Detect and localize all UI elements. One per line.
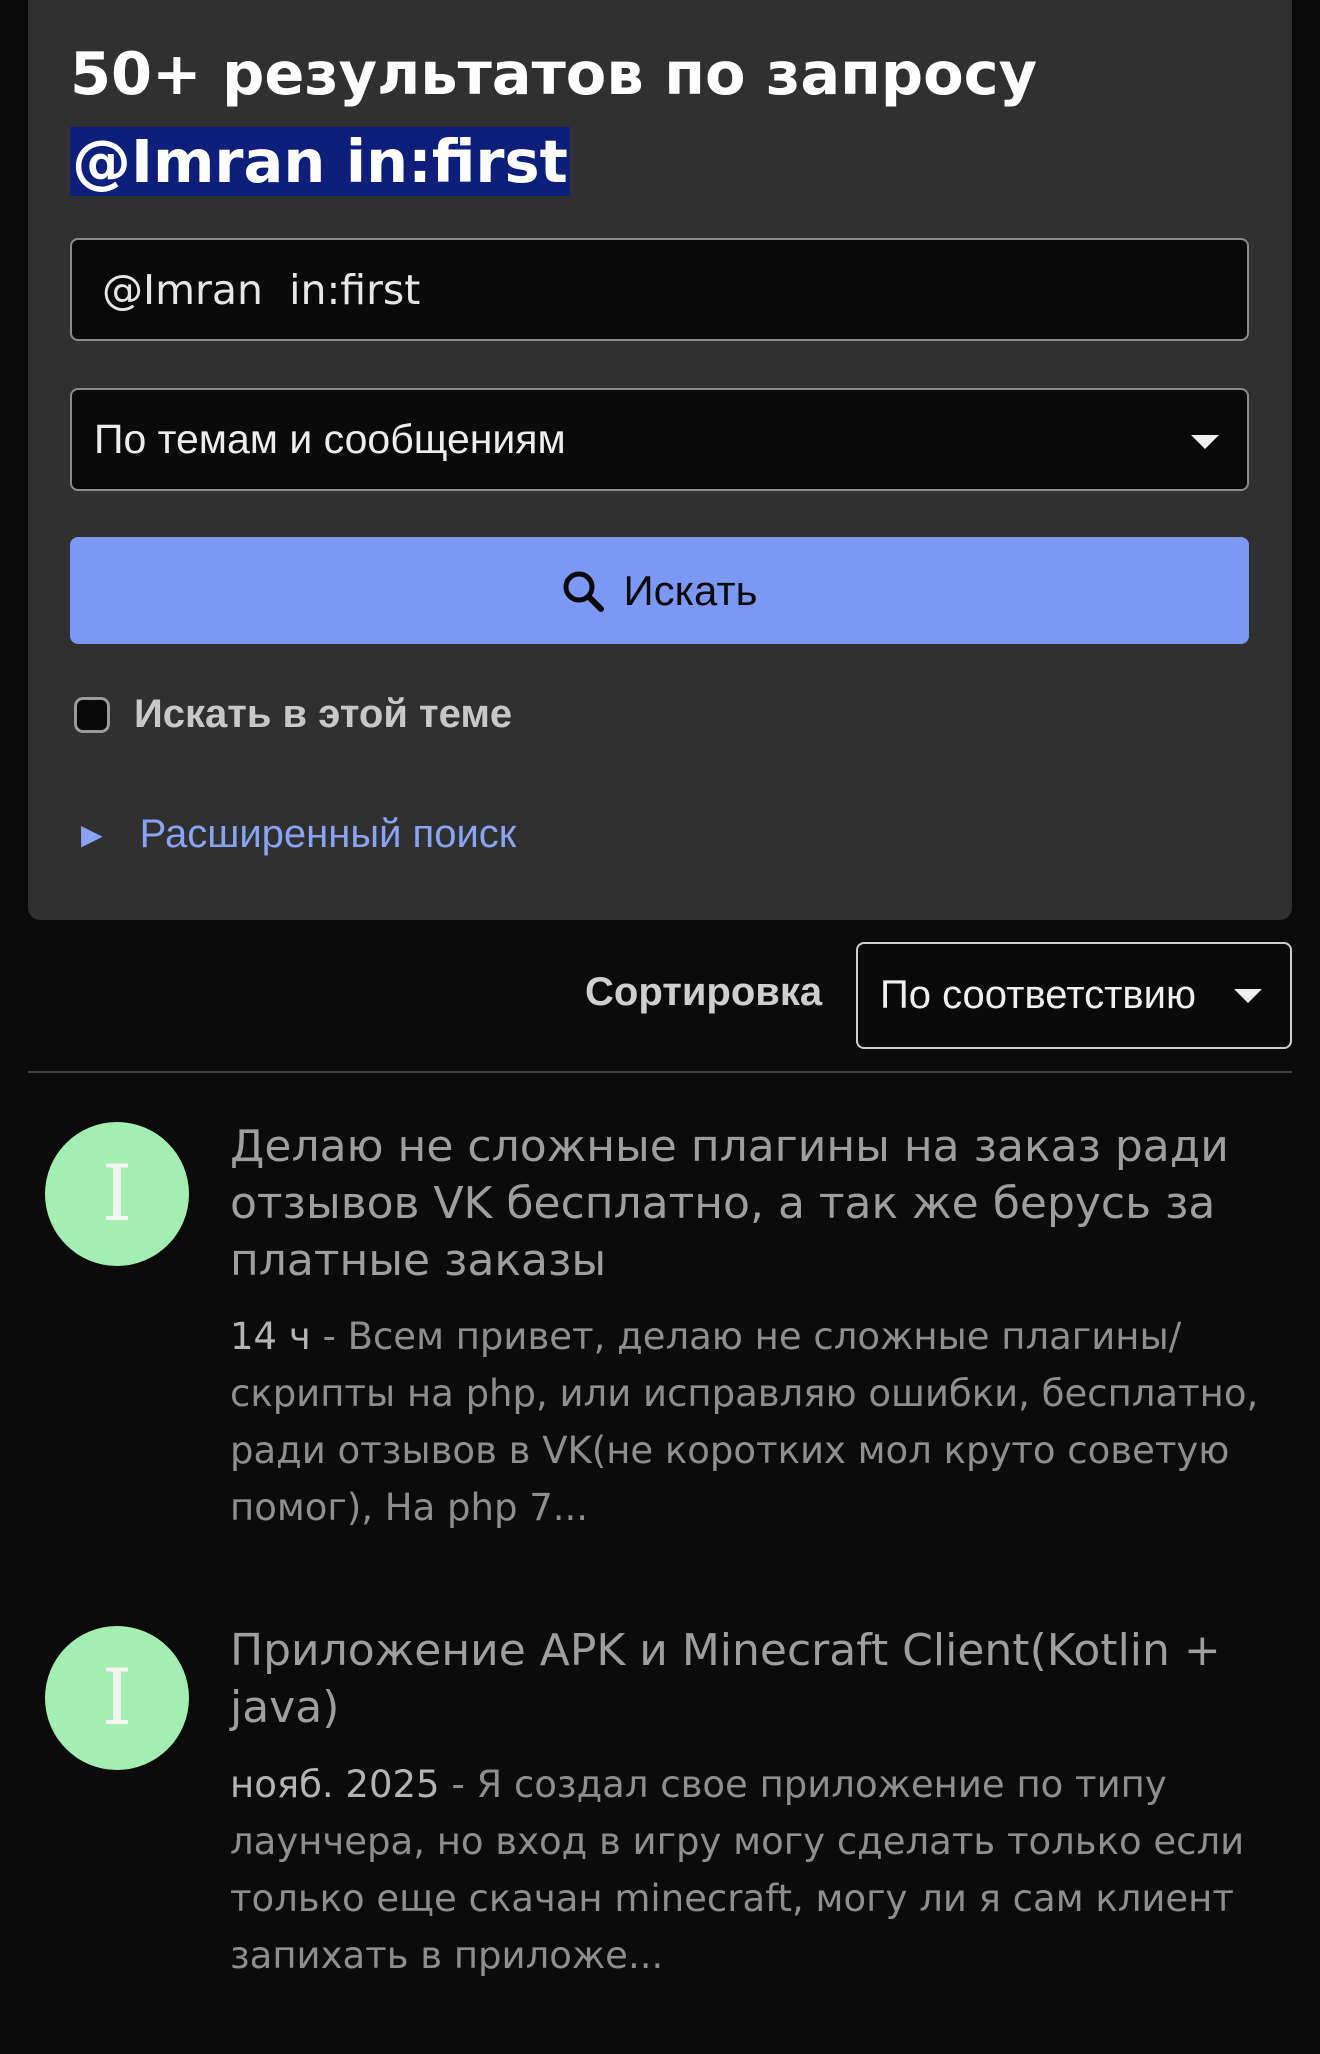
result-snippet: нояб. 2025 - Я создал свое приложение по… bbox=[230, 1763, 1245, 1977]
result-title[interactable]: Делаю не сложные плагины на заказ ради о… bbox=[230, 1118, 1280, 1289]
search-input[interactable] bbox=[70, 238, 1249, 341]
result-date: нояб. 2025 bbox=[230, 1763, 440, 1806]
result-snippet: 14 ч - Всем привет, делаю не сложные пла… bbox=[230, 1315, 1259, 1529]
search-in-topic-checkbox[interactable] bbox=[74, 696, 110, 733]
heading-prefix: 50+ результатов по запросу bbox=[70, 39, 1038, 108]
result-date: 14 ч bbox=[230, 1315, 311, 1358]
sort-label: Сортировка bbox=[585, 970, 823, 1014]
search-button[interactable]: Искать bbox=[70, 537, 1249, 644]
sort-select-value: По соответствию bbox=[880, 973, 1196, 1017]
avatar[interactable]: I bbox=[45, 1122, 189, 1266]
results-heading: 50+ результатов по запросу @Imran in:fir… bbox=[70, 30, 1250, 206]
result-title[interactable]: Приложение APK и Minecraft Client(Kotlin… bbox=[230, 1622, 1280, 1736]
expand-triangle-icon: ► bbox=[74, 813, 110, 855]
avatar[interactable]: I bbox=[45, 1626, 189, 1770]
search-button-label: Искать bbox=[623, 566, 758, 614]
result-snippet-text: Всем привет, делаю не сложные плагины/ск… bbox=[230, 1315, 1259, 1529]
scope-select[interactable]: По темам и сообщениям bbox=[70, 388, 1249, 491]
chevron-down-icon bbox=[1234, 989, 1262, 1003]
chevron-down-icon bbox=[1191, 435, 1219, 449]
advanced-search-label: Расширенный поиск bbox=[139, 812, 517, 856]
heading-query: @Imran in:first bbox=[70, 127, 570, 196]
search-icon bbox=[563, 571, 605, 612]
scope-select-value: По темам и сообщениям bbox=[94, 416, 566, 462]
search-in-topic-label[interactable]: Искать в этой теме bbox=[134, 692, 512, 737]
advanced-search-toggle[interactable]: ► Расширенный поиск bbox=[74, 812, 516, 857]
sort-select[interactable]: По соответствию bbox=[856, 942, 1292, 1049]
divider bbox=[28, 1071, 1292, 1073]
search-in-topic-row: Искать в этой теме bbox=[74, 692, 512, 737]
